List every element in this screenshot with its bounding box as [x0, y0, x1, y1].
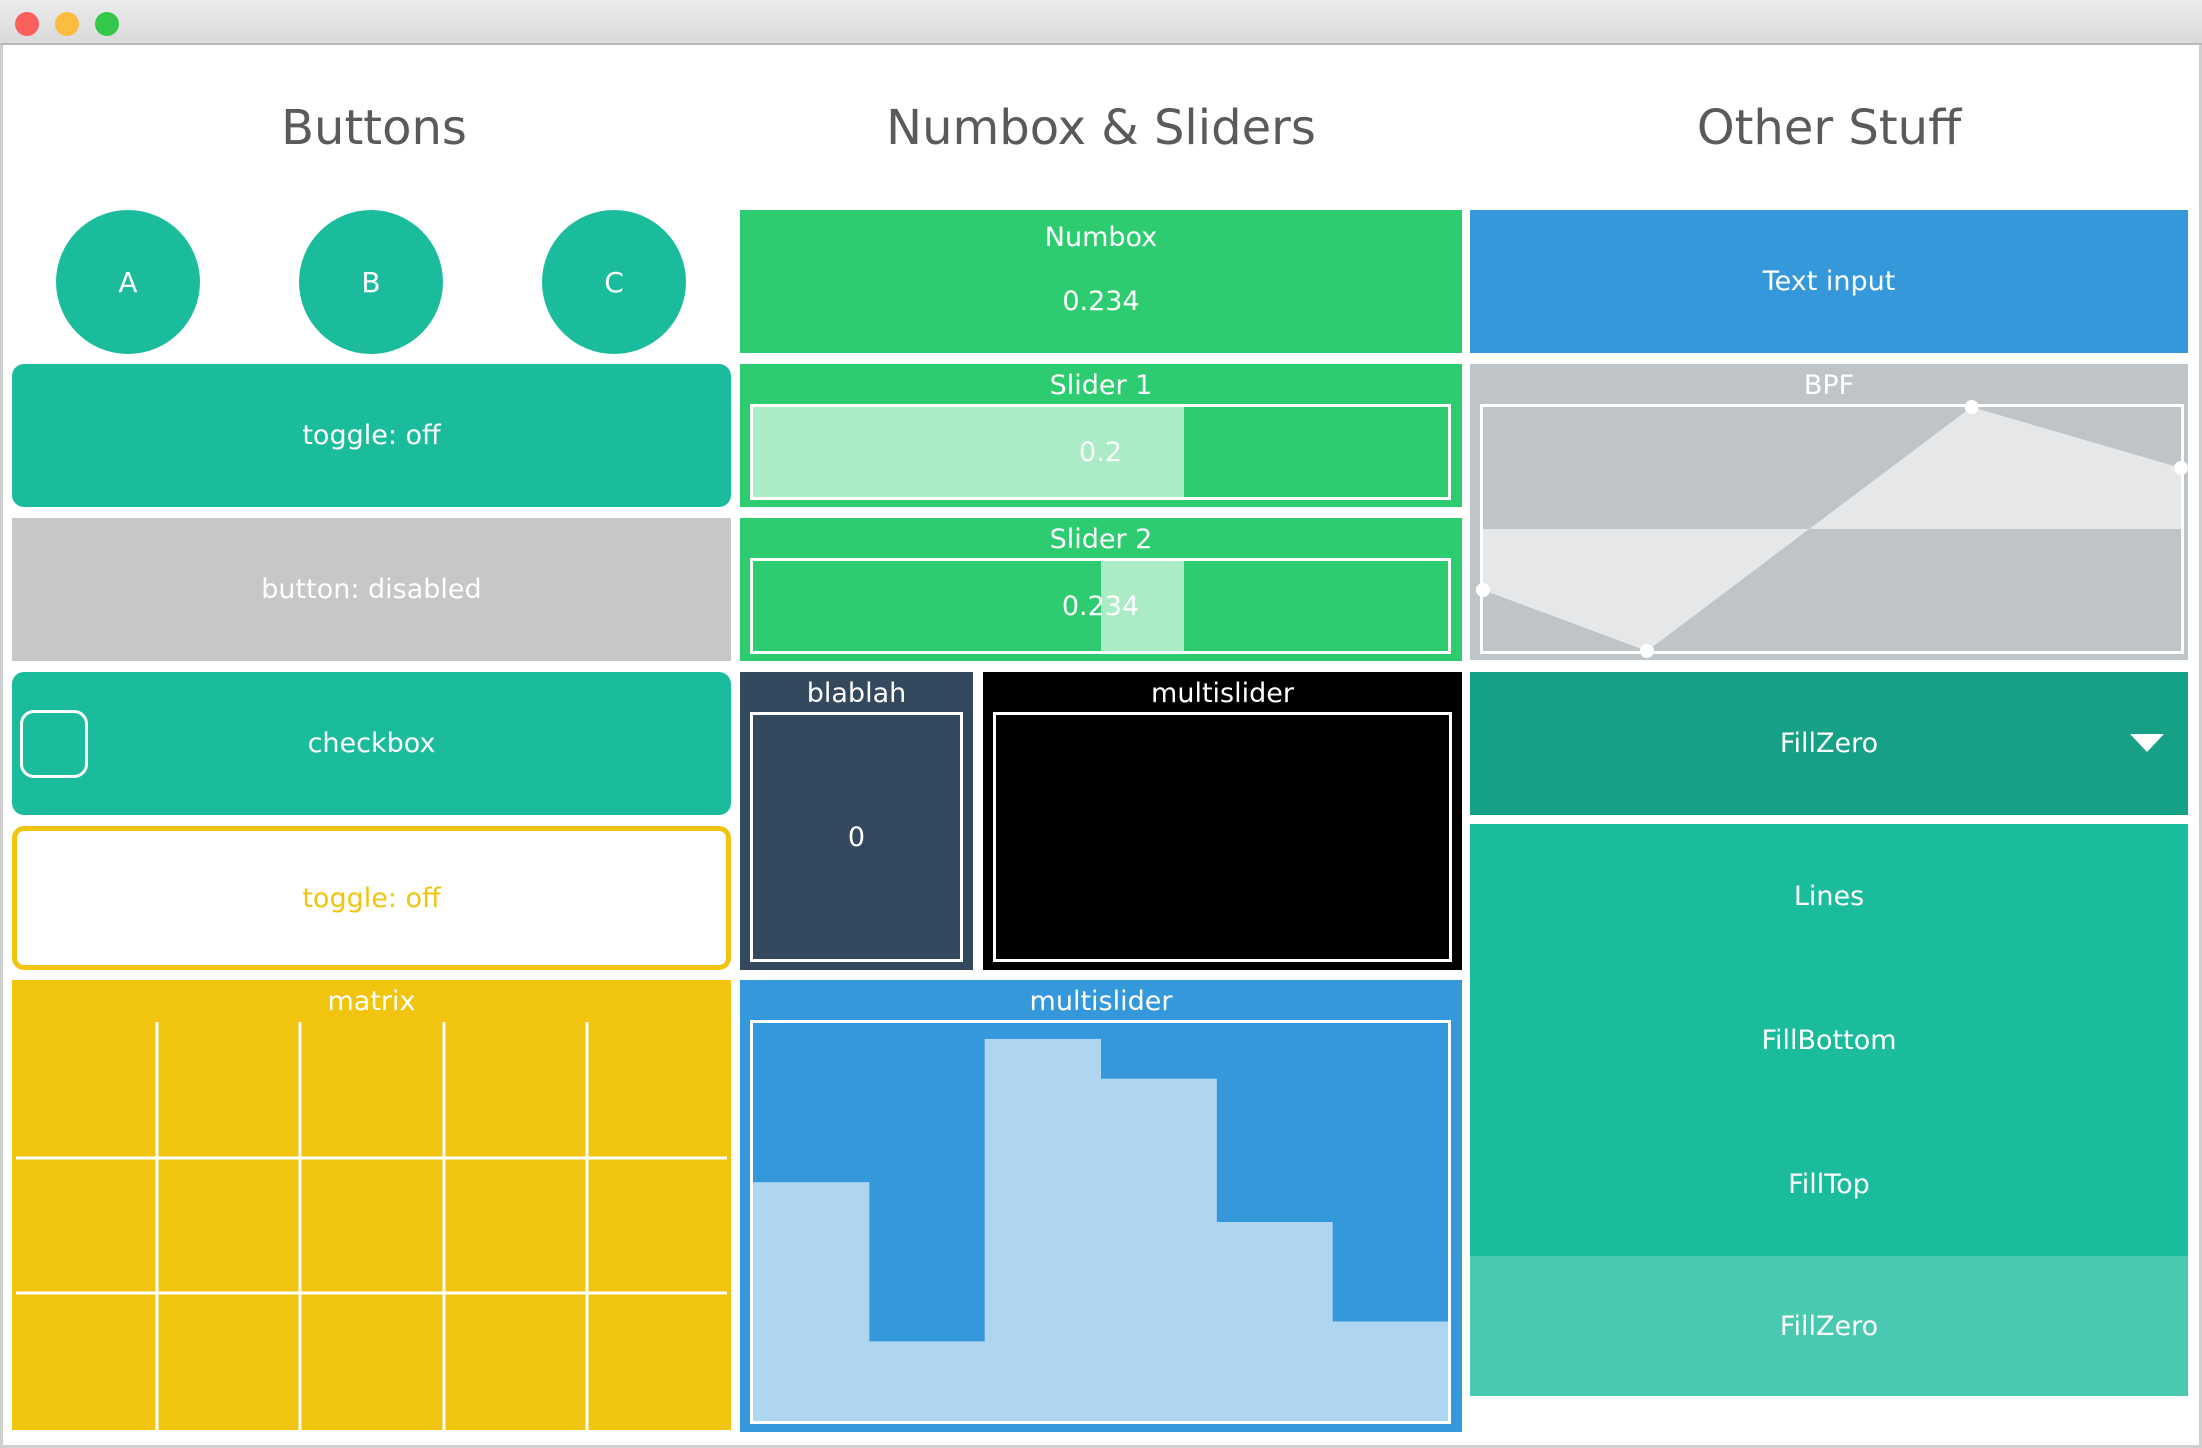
slider-2-label: Slider 2: [1049, 524, 1153, 555]
numbox-label: Numbox: [1044, 222, 1158, 253]
bpf-fill: [1483, 407, 2181, 651]
multislider-bar[interactable]: [1332, 1321, 1448, 1422]
multislider-bar[interactable]: [1100, 1078, 1217, 1421]
minimize-window-button[interactable]: [55, 12, 79, 36]
numbox-value: 0.234: [1062, 286, 1140, 317]
radio-label: B: [361, 265, 381, 299]
multislider-black-label: multislider: [1151, 678, 1294, 709]
slider-1-label: Slider 1: [1049, 370, 1153, 401]
dropdown-option-fillbottom[interactable]: FillBottom: [1470, 968, 2188, 1112]
disabled-button-label: button: disabled: [261, 574, 482, 605]
checkbox-box[interactable]: [20, 710, 88, 778]
close-window-button[interactable]: [15, 12, 39, 36]
dropdown-options: Lines FillBottom FillTop FillZero: [1470, 824, 2188, 1396]
multislider-bar[interactable]: [753, 1182, 870, 1421]
radio-button-c[interactable]: C: [542, 210, 686, 354]
text-input[interactable]: Text input: [1470, 210, 2188, 353]
window-titlebar: [0, 0, 2202, 45]
toggle-button[interactable]: toggle: off: [12, 364, 731, 507]
blablah-numbox[interactable]: blablah 0: [740, 672, 973, 970]
matrix[interactable]: matrix: [12, 980, 731, 1430]
checkbox-button[interactable]: checkbox: [12, 672, 731, 815]
bpf-point[interactable]: [1964, 400, 1979, 414]
multislider-bar[interactable]: [1216, 1222, 1333, 1421]
dropdown-selected-value: FillZero: [1779, 728, 1879, 759]
text-input-value: Text input: [1762, 266, 1896, 297]
option-label: FillZero: [1779, 1310, 1879, 1342]
multislider-blue-area[interactable]: [750, 1020, 1451, 1424]
bpf-label: BPF: [1803, 370, 1855, 401]
zoom-window-button[interactable]: [95, 12, 119, 36]
bpf-point[interactable]: [1640, 644, 1655, 658]
option-label: Lines: [1793, 880, 1865, 912]
other-stuff-column-title: Other Stuff: [1696, 100, 1962, 156]
slider-1-value: 0.2: [1079, 436, 1122, 468]
slider-1-track[interactable]: 0.2: [750, 404, 1451, 500]
slider-2-value: 0.234: [1061, 590, 1140, 622]
blablah-value: 0: [847, 821, 866, 853]
multislider-black-area[interactable]: [993, 712, 1452, 962]
bpf[interactable]: BPF: [1470, 364, 2188, 660]
matrix-grid[interactable]: [12, 980, 731, 1430]
slider-2-track[interactable]: 0.234: [750, 558, 1451, 654]
outline-toggle-button[interactable]: toggle: off: [12, 826, 731, 970]
chevron-down-icon[interactable]: [2130, 734, 2164, 754]
outline-toggle-label: toggle: off: [302, 882, 441, 914]
slider-1[interactable]: Slider 1 0.2: [740, 364, 1462, 507]
multislider-black[interactable]: multislider: [983, 672, 1462, 970]
multislider-blue[interactable]: multislider: [740, 980, 1462, 1432]
dropdown-option-fillzero[interactable]: FillZero: [1470, 1256, 2188, 1396]
dropdown[interactable]: FillZero: [1470, 672, 2188, 815]
blablah-field[interactable]: 0: [750, 712, 963, 962]
radio-label: A: [118, 265, 138, 299]
bpf-area[interactable]: [1476, 400, 2188, 658]
bpf-point[interactable]: [1476, 583, 1490, 597]
numbox-sliders-column-title: Numbox & Sliders: [886, 100, 1316, 156]
slider-2[interactable]: Slider 2 0.234: [740, 518, 1462, 661]
checkbox-label: checkbox: [307, 728, 436, 759]
dropdown-option-filltop[interactable]: FillTop: [1470, 1112, 2188, 1256]
option-label: FillTop: [1788, 1168, 1870, 1200]
dropdown-option-lines[interactable]: Lines: [1470, 824, 2188, 968]
radio-button-a[interactable]: A: [56, 210, 200, 354]
radio-label: C: [604, 265, 624, 299]
option-label: FillBottom: [1761, 1024, 1897, 1056]
numbox[interactable]: Numbox 0.234: [740, 210, 1462, 353]
multislider-bar[interactable]: [984, 1038, 1101, 1421]
multislider-blue-label: multislider: [1029, 986, 1173, 1017]
multislider-bars[interactable]: [753, 1023, 1448, 1421]
buttons-column-title: Buttons: [281, 100, 467, 156]
bpf-graph[interactable]: [1476, 400, 2188, 658]
multislider-bar[interactable]: [868, 1341, 986, 1421]
radio-button-b[interactable]: B: [299, 210, 443, 354]
bpf-point[interactable]: [2174, 461, 2188, 475]
disabled-button: button: disabled: [12, 518, 731, 661]
blablah-label: blablah: [806, 678, 907, 709]
toggle-label: toggle: off: [302, 420, 441, 451]
